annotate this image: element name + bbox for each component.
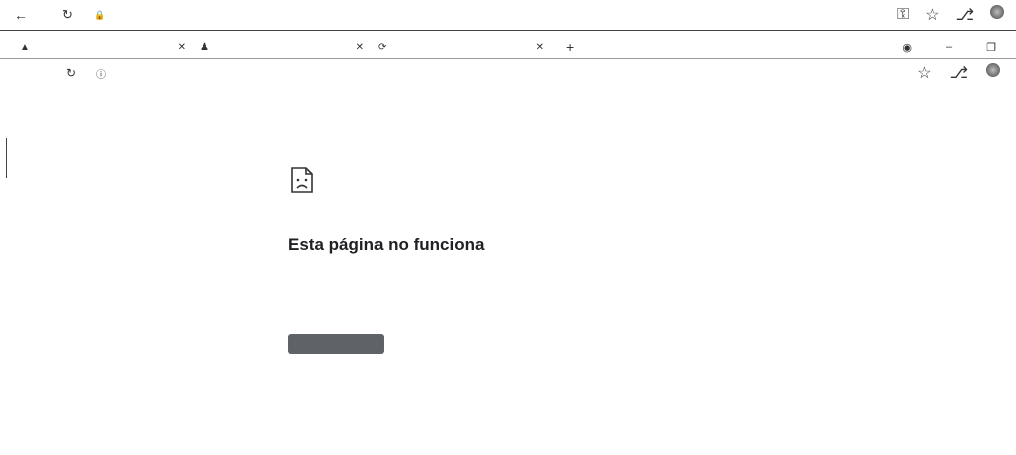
profile-avatar-icon[interactable] — [986, 63, 1000, 77]
reload-icon[interactable]: ↻ — [62, 7, 73, 23]
reload-icon[interactable]: ↻ — [66, 66, 76, 80]
star-icon[interactable]: ☆ — [917, 63, 931, 83]
outer-toolbar-actions: ⚿ ☆ ⎇ — [897, 5, 1004, 25]
window-edge-line — [6, 138, 7, 178]
profile-avatar-icon[interactable] — [990, 5, 1004, 19]
inner-browser-toolbar: ↻ ⓘ ☆ ⎇ — [0, 62, 1016, 84]
error-code — [288, 289, 688, 299]
error-page: Esta página no funciona — [288, 166, 688, 354]
new-tab-plus-icon[interactable]: + — [566, 39, 574, 55]
error-detail — [288, 269, 688, 279]
tab-1[interactable]: ▲ ✕ — [20, 36, 192, 58]
close-icon[interactable]: ✕ — [178, 42, 186, 53]
reload-button[interactable] — [288, 334, 384, 354]
restore-icon[interactable]: ❐ — [986, 41, 996, 54]
person-favicon-icon: ♟ — [200, 41, 209, 53]
close-icon[interactable]: ✕ — [536, 42, 544, 53]
minimize-icon[interactable]: – — [946, 41, 952, 54]
inner-toolbar-actions: ☆ ⎇ — [917, 63, 1000, 83]
favicon-icon: ▲ — [20, 41, 30, 53]
star-icon[interactable]: ☆ — [925, 5, 939, 25]
loading-favicon-icon: ⟳ — [378, 41, 387, 53]
lock-icon[interactable]: 🔒 — [94, 10, 105, 21]
extension-icon[interactable]: ⎇ — [956, 5, 974, 25]
extension-icon[interactable]: ⎇ — [950, 63, 968, 83]
tab-3[interactable]: ⟳ ✕ — [378, 36, 550, 58]
window-controls: ◉ – ❐ — [902, 41, 996, 54]
back-arrow-icon[interactable]: ← — [14, 7, 28, 23]
outer-browser-toolbar: ← ↻ 🔒 ⚿ ☆ ⎇ — [0, 0, 1016, 31]
info-icon[interactable]: ⓘ — [96, 66, 106, 81]
key-icon[interactable]: ⚿ — [897, 5, 909, 25]
tab-search-icon[interactable]: ◉ — [902, 41, 912, 54]
tab-strip: ▲ ✕ ♟ ✕ ⟳ ✕ + ◉ – ❐ — [0, 36, 1016, 59]
sad-document-icon — [291, 167, 313, 193]
tab-2[interactable]: ♟ ✕ — [200, 36, 370, 58]
error-title: Esta página no funciona — [288, 235, 485, 254]
close-icon[interactable]: ✕ — [356, 42, 364, 53]
